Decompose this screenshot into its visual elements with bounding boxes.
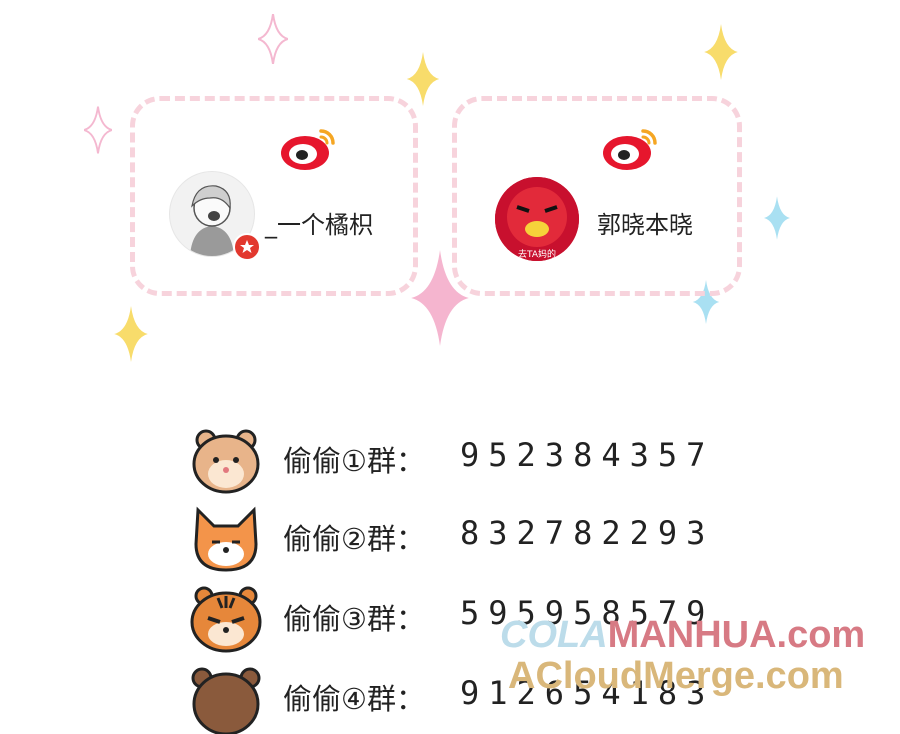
group-label: 偷偷③群： — [283, 602, 425, 636]
watermark-acloudmerge: ACloudMerge.com — [508, 655, 844, 697]
weibo-account-card-2[interactable]: 去TA妈的 郭晓本晓 — [452, 96, 742, 296]
group-number[interactable]: 952384357 — [460, 436, 714, 474]
weibo-icon — [281, 129, 335, 170]
group-label: 偷偷②群： — [283, 522, 425, 556]
weibo-account-card-1[interactable]: _一个橘枳 — [130, 96, 418, 296]
hamster-icon — [192, 429, 260, 494]
username[interactable]: 郭晓本晓 — [597, 205, 693, 240]
group-label: 偷偷④群： — [283, 682, 425, 716]
red-bird-avatar-icon: 去TA妈的 — [495, 177, 579, 261]
group-label: 偷偷①群： — [283, 444, 425, 478]
watermark-colamanhua: COLAMANHUA.com — [500, 614, 865, 657]
sparkle-icon — [704, 24, 738, 80]
sparkle-icon — [764, 196, 790, 240]
sparkle-icon — [258, 14, 288, 64]
group-number[interactable]: 832782293 — [460, 514, 714, 552]
sparkle-icon — [114, 306, 148, 362]
fox-icon — [194, 506, 258, 572]
sparkle-icon — [84, 106, 112, 154]
watermark-manhua: MANHUA.com — [607, 614, 866, 656]
group-row: 偷偷②群： 832782293 — [188, 504, 708, 574]
username[interactable]: _一个橘枳 — [265, 205, 373, 240]
avatar-caption: 去TA妈的 — [518, 248, 556, 260]
avatar[interactable]: 去TA妈的 — [495, 177, 579, 261]
tiger-icon — [190, 586, 262, 653]
weibo-icon — [603, 129, 657, 170]
bear-icon — [191, 667, 261, 734]
sparkle-icon — [406, 52, 440, 106]
group-row: 偷偷①群： 952384357 — [188, 426, 708, 496]
star-badge-icon — [233, 233, 261, 261]
watermark-cola: COLA — [500, 614, 608, 656]
